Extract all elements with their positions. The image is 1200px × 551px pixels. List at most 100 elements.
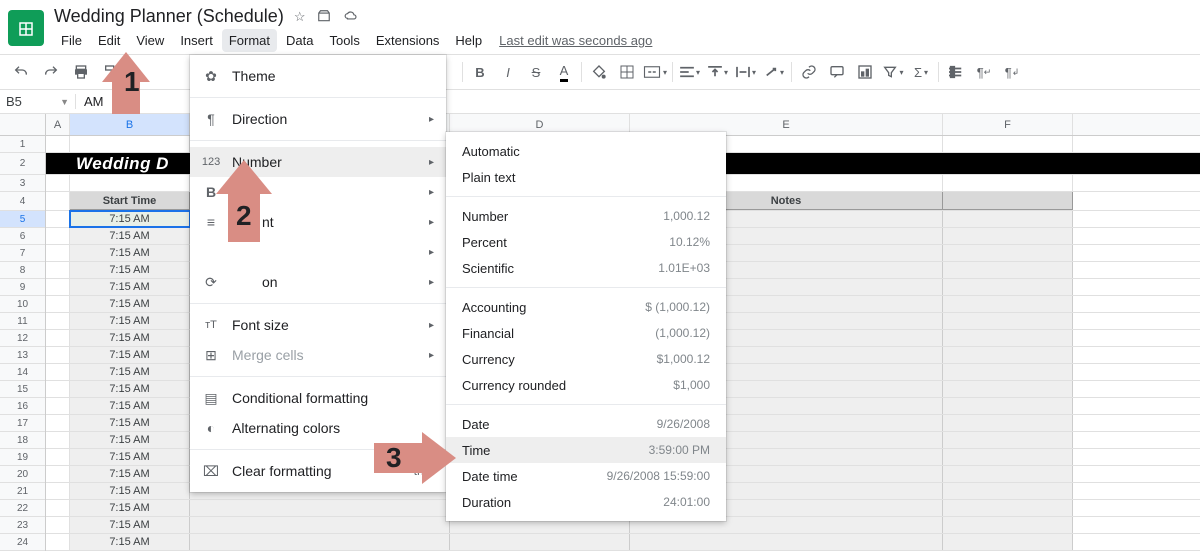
cell[interactable]	[943, 296, 1073, 312]
cell[interactable]	[943, 313, 1073, 329]
row-header[interactable]: 21	[0, 483, 45, 500]
menu-view[interactable]: View	[129, 29, 171, 52]
row-header[interactable]: 14	[0, 364, 45, 381]
comment-button[interactable]	[824, 59, 850, 85]
row-header[interactable]: 23	[0, 517, 45, 534]
cell[interactable]	[46, 228, 70, 244]
cell[interactable]: 7:15 AM	[70, 500, 190, 516]
cell[interactable]	[943, 398, 1073, 414]
cell[interactable]	[943, 347, 1073, 363]
filter-button[interactable]: ▾	[880, 59, 906, 85]
menu-edit[interactable]: Edit	[91, 29, 127, 52]
row-header[interactable]: 13	[0, 347, 45, 364]
menu-file[interactable]: File	[54, 29, 89, 52]
cell[interactable]: 7:15 AM	[70, 432, 190, 448]
cell[interactable]: 7:15 AM	[70, 364, 190, 380]
submenu-item-financial[interactable]: Financial(1,000.12)	[446, 320, 726, 346]
cell[interactable]	[70, 175, 190, 191]
cell[interactable]: 7:15 AM	[70, 262, 190, 278]
cell[interactable]: 7:15 AM	[70, 398, 190, 414]
last-edit-link[interactable]: Last edit was seconds ago	[499, 33, 652, 48]
link-button[interactable]	[796, 59, 822, 85]
cell[interactable]	[943, 432, 1073, 448]
halign-button[interactable]: ▾	[677, 59, 703, 85]
cell[interactable]	[46, 313, 70, 329]
row-header[interactable]: 8	[0, 262, 45, 279]
wrap-button[interactable]: ▾	[733, 59, 759, 85]
cell[interactable]	[46, 347, 70, 363]
cell[interactable]	[190, 517, 450, 533]
cell[interactable]	[943, 415, 1073, 431]
submenu-item-currency-rounded[interactable]: Currency rounded$1,000	[446, 372, 726, 398]
row-header[interactable]: 9	[0, 279, 45, 296]
cell[interactable]: 7:15 AM	[70, 415, 190, 431]
cell[interactable]	[46, 466, 70, 482]
row-header[interactable]: 10	[0, 296, 45, 313]
cell[interactable]	[46, 432, 70, 448]
row-header[interactable]: 5	[0, 211, 45, 228]
cell[interactable]: 7:15 AM	[70, 381, 190, 397]
cell[interactable]: 7:15 AM	[70, 517, 190, 533]
cell[interactable]	[943, 534, 1073, 550]
col-header-b[interactable]: B	[70, 114, 190, 135]
cloud-icon[interactable]	[343, 9, 359, 25]
cell[interactable]	[46, 483, 70, 499]
cell[interactable]	[943, 449, 1073, 465]
cell[interactable]: 7:15 AM	[70, 313, 190, 329]
row-header[interactable]: 18	[0, 432, 45, 449]
row-header[interactable]: 19	[0, 449, 45, 466]
cell[interactable]	[46, 279, 70, 295]
row-header[interactable]: 11	[0, 313, 45, 330]
cell[interactable]	[943, 330, 1073, 346]
cell[interactable]	[70, 136, 190, 152]
col-header-a[interactable]: A	[46, 114, 70, 135]
cell[interactable]: 7:15 AM	[70, 279, 190, 295]
submenu-item-scientific[interactable]: Scientific1.01E+03	[446, 255, 726, 281]
row-header[interactable]: 12	[0, 330, 45, 347]
doc-title[interactable]: Wedding Planner (Schedule)	[54, 6, 284, 27]
row-header[interactable]: 17	[0, 415, 45, 432]
valign-button[interactable]: ▾	[705, 59, 731, 85]
fillcolor-button[interactable]	[586, 59, 612, 85]
bold-button[interactable]: B	[467, 59, 493, 85]
submenu-item-automatic[interactable]: Automatic	[446, 138, 726, 164]
cell[interactable]: 7:15 AM	[70, 347, 190, 363]
move-icon[interactable]	[317, 9, 331, 25]
cell[interactable]	[46, 398, 70, 414]
tb-extra2[interactable]: ¶↵	[971, 59, 997, 85]
cell[interactable]	[46, 330, 70, 346]
cell[interactable]	[630, 534, 943, 550]
merge-button[interactable]: ▾	[642, 59, 668, 85]
submenu-item-accounting[interactable]: Accounting$ (1,000.12)	[446, 294, 726, 320]
cell[interactable]	[943, 483, 1073, 499]
select-all-corner[interactable]	[0, 114, 46, 135]
row-header[interactable]: 22	[0, 500, 45, 517]
cell[interactable]	[943, 466, 1073, 482]
cell[interactable]: 7:15 AM	[70, 534, 190, 550]
cell[interactable]	[46, 211, 70, 227]
menu-rotation[interactable]: ⟳ on ▸	[190, 267, 446, 297]
row-header[interactable]: 3	[0, 175, 45, 192]
cell[interactable]: 7:15 AM	[70, 330, 190, 346]
cell[interactable]: 7:15 AM	[70, 449, 190, 465]
cell[interactable]	[46, 364, 70, 380]
cell[interactable]	[943, 500, 1073, 516]
menu-insert[interactable]: Insert	[173, 29, 220, 52]
cell[interactable]	[943, 262, 1073, 278]
menu-condformat[interactable]: ▤ Conditional formatting	[190, 383, 446, 413]
submenu-item-duration[interactable]: Duration24:01:00	[446, 489, 726, 515]
sheets-logo[interactable]	[8, 10, 44, 46]
menu-format[interactable]: Format	[222, 29, 277, 52]
header-cell[interactable]	[943, 192, 1073, 210]
cell[interactable]: 7:15 AM	[70, 296, 190, 312]
submenu-item-date-time[interactable]: Date time9/26/2008 15:59:00	[446, 463, 726, 489]
cell[interactable]: 7:15 AM	[70, 466, 190, 482]
cell[interactable]	[46, 500, 70, 516]
cell[interactable]	[943, 136, 1073, 152]
header-cell[interactable]: Start Time	[70, 192, 190, 210]
cell[interactable]: 7:15 AM	[70, 228, 190, 244]
textcolor-button[interactable]: A	[551, 59, 577, 85]
row-header[interactable]: 24	[0, 534, 45, 551]
cell[interactable]	[46, 534, 70, 550]
cell[interactable]: 7:15 AM	[70, 245, 190, 261]
